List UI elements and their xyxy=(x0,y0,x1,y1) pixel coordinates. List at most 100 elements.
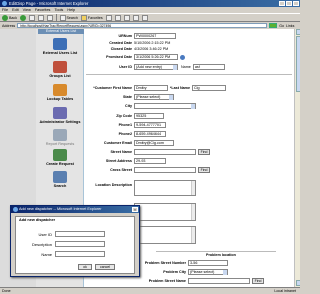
home-icon[interactable] xyxy=(47,14,53,21)
complaint-textarea[interactable] xyxy=(134,203,196,221)
street-address-label: Street Address xyxy=(105,159,132,163)
urnum-value: PW0000267 xyxy=(134,33,176,39)
history-icon[interactable] xyxy=(114,14,121,21)
dialog-ok-button[interactable]: ok xyxy=(78,264,92,270)
go-button[interactable] xyxy=(269,22,278,29)
dialog-close-button[interactable]: × xyxy=(132,207,138,212)
security-zone: Local intranet xyxy=(274,289,296,293)
cross-street-label: Cross Street xyxy=(110,168,132,172)
links-label[interactable]: Links xyxy=(286,24,300,28)
location-description-textarea[interactable] xyxy=(134,180,196,196)
favorites-button[interactable]: Favorites xyxy=(80,14,103,21)
divider xyxy=(86,74,292,75)
problem-city-select[interactable]: (Please select) xyxy=(188,269,228,275)
dialog-title-bar: Add new dispatcher -- Microsoft Internet… xyxy=(11,206,139,213)
problem-street-number-input[interactable]: 3-56 xyxy=(188,260,228,266)
address-bar: Address http://localhost/HanTrac/ReportR… xyxy=(0,22,300,29)
phone1-label: Phone1 xyxy=(118,123,132,127)
window-controls xyxy=(279,1,299,6)
sidebar-item-report-requests[interactable]: Report Requests xyxy=(38,129,82,146)
ie-icon xyxy=(13,207,18,212)
find-cross-street-button[interactable]: Find xyxy=(198,167,210,173)
name-label: Name xyxy=(181,65,191,69)
street-name-input[interactable] xyxy=(134,149,196,155)
admin-settings-icon xyxy=(53,107,67,119)
print-icon[interactable] xyxy=(132,14,139,21)
dialog-cancel-button[interactable]: cancel xyxy=(95,264,115,270)
vertical-scrollbar[interactable] xyxy=(294,29,300,287)
sidebar-item-admin-settings[interactable]: Administrator Settings xyxy=(38,107,82,124)
close-window-button[interactable] xyxy=(293,1,299,6)
status-text: Done xyxy=(2,289,11,293)
search-icon xyxy=(59,14,66,21)
dialog-description-input[interactable] xyxy=(55,241,105,247)
mail-icon[interactable] xyxy=(123,14,130,21)
created-date-value: 5/10/2006 2:15:22 PM xyxy=(134,41,171,45)
calendar-icon[interactable] xyxy=(180,54,185,60)
dialog-user-id-label: User ID xyxy=(38,231,52,237)
star-icon xyxy=(80,14,87,21)
users-icon xyxy=(53,38,67,50)
lookup-icon xyxy=(53,84,67,96)
scroll-down-arrow[interactable] xyxy=(295,280,300,286)
zip-code-label: Zip Code xyxy=(116,114,132,118)
go-label[interactable]: Go xyxy=(279,24,284,28)
minimize-button[interactable] xyxy=(279,1,285,6)
city-select[interactable] xyxy=(134,103,196,109)
sidebar-item-lookup-tables[interactable]: Lookup Tables xyxy=(38,84,82,101)
back-button[interactable]: Back xyxy=(2,14,17,21)
comments-textarea[interactable] xyxy=(134,226,196,244)
last-name-input[interactable]: Cig xyxy=(192,85,226,91)
media-icon[interactable] xyxy=(105,14,112,21)
browser-toolbar: Back Search Favorites xyxy=(0,13,300,22)
state-select[interactable]: (Please select) xyxy=(134,94,174,100)
dialog-heading: Add new dispatcher xyxy=(19,218,56,222)
sidebar-item-search[interactable]: Search xyxy=(38,171,82,188)
cross-street-input[interactable] xyxy=(134,167,196,173)
problem-street-name-label: Problem Street Name xyxy=(148,279,186,283)
customer-email-input[interactable]: Dmitry@Cig.com xyxy=(134,140,174,146)
closed-date-value: 4/3/2006 3:46:22 PM xyxy=(134,47,169,51)
stop-icon[interactable] xyxy=(29,14,35,21)
first-name-input[interactable]: Dmitry xyxy=(134,85,168,91)
zip-code-input[interactable]: 95325 xyxy=(134,113,164,119)
sidebar-item-create-request[interactable]: Create Request xyxy=(38,149,82,166)
user-id-label: User ID xyxy=(119,65,132,69)
back-arrow-icon xyxy=(2,14,8,21)
dialog-name-input[interactable] xyxy=(55,251,105,257)
problem-city-label: Problem City xyxy=(163,270,186,274)
customer-email-label: Customer Email xyxy=(103,141,132,145)
sidebar-item-groups[interactable]: Groups List xyxy=(38,61,82,78)
sidebar-header: External Users List xyxy=(38,29,84,34)
promised-date-input[interactable]: 3/1/2006 5:26:22 PM xyxy=(134,54,178,60)
search-button[interactable]: Search xyxy=(59,14,78,21)
forward-button[interactable] xyxy=(20,14,26,21)
city-label: City xyxy=(125,104,132,108)
street-address-input[interactable]: 29-93 xyxy=(134,158,166,164)
groups-icon xyxy=(53,61,67,73)
refresh-icon[interactable] xyxy=(38,14,44,21)
report-requests-icon xyxy=(53,129,67,141)
find-problem-street-button[interactable]: Find xyxy=(252,278,264,284)
phone1-input[interactable]: 9-594-4777701 xyxy=(134,122,166,128)
find-street-button[interactable]: Find xyxy=(198,149,210,155)
urnum-label: URNum xyxy=(118,34,132,38)
scroll-up-arrow[interactable] xyxy=(295,29,300,35)
dialog-name-label: Name xyxy=(41,251,52,257)
problem-street-name-input[interactable] xyxy=(188,278,250,284)
sidebar-item-external-users[interactable]: External Users List xyxy=(38,38,82,55)
phone2-input[interactable]: 8-659-4964644 xyxy=(134,131,166,137)
name-input[interactable]: asf xyxy=(192,64,225,70)
address-input[interactable]: http://localhost/HanTrac/ReportRequest.a… xyxy=(17,22,268,29)
scroll-thumb[interactable] xyxy=(295,36,300,92)
state-label: State xyxy=(122,95,132,99)
toolbar-separator xyxy=(56,14,57,21)
created-date-label: Created Date xyxy=(109,41,132,45)
dialog-user-id-input[interactable] xyxy=(55,231,105,237)
closed-date-label: Closed Date xyxy=(110,47,132,51)
dialog-body: Add new dispatcher User ID Description N… xyxy=(15,216,135,274)
maximize-button[interactable] xyxy=(286,1,292,6)
user-id-select[interactable]: (Add new entry) xyxy=(134,64,178,70)
create-request-icon xyxy=(53,149,67,161)
edit-icon[interactable] xyxy=(141,14,148,21)
